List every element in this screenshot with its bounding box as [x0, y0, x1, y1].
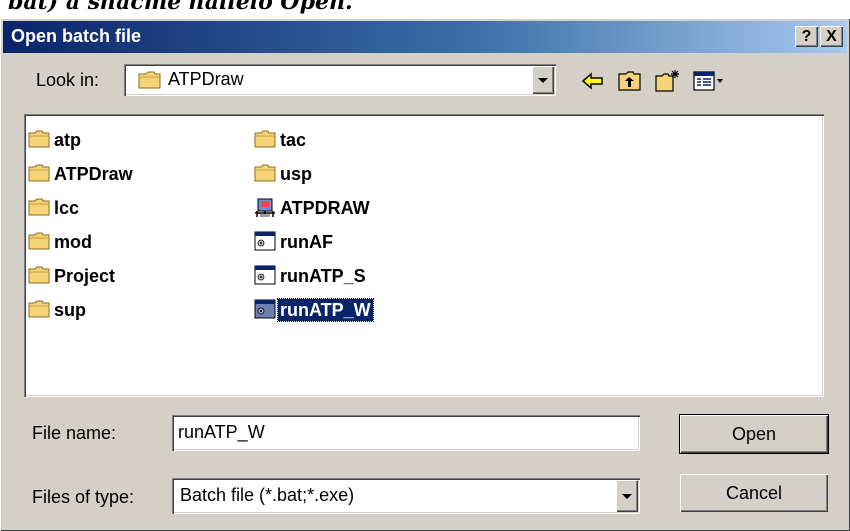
file-name-label: File name: — [32, 423, 117, 443]
look-in-label: Look in: — [36, 70, 100, 90]
file-name: Project — [54, 266, 116, 286]
atpdraw-app-icon — [255, 198, 275, 217]
look-in-value: ATPDraw — [168, 69, 244, 89]
up-one-level-icon[interactable] — [617, 68, 643, 94]
list-item-folder[interactable]: mod — [28, 230, 228, 254]
list-item-folder[interactable]: ATPDraw — [28, 162, 228, 186]
file-name: atp — [54, 130, 81, 150]
file-name: runATP_S — [280, 266, 366, 286]
files-of-type-combo[interactable]: Batch file (*.bat;*.exe) — [172, 478, 640, 514]
help-button[interactable]: ? — [795, 26, 818, 47]
list-item-folder[interactable]: atp — [28, 128, 228, 152]
file-name: usp — [280, 164, 313, 184]
folder-icon — [28, 130, 50, 148]
list-item-batch-file[interactable]: runAF — [254, 230, 474, 254]
folder-icon — [28, 300, 50, 318]
window-title: Open batch file — [11, 26, 142, 46]
files-of-type-value: Batch file (*.bat;*.exe) — [180, 485, 355, 505]
look-in-combo[interactable]: ATPDraw — [124, 64, 556, 96]
open-button[interactable]: Open — [679, 414, 829, 454]
file-name: lcc — [54, 198, 80, 218]
folder-icon — [254, 164, 276, 182]
list-item-batch-file-selected[interactable]: runATP_W — [254, 298, 474, 322]
files-of-type-dropdown-button[interactable] — [616, 480, 638, 512]
folder-icon — [254, 130, 276, 148]
list-item-batch-file[interactable]: runATP_S — [254, 264, 474, 288]
batch-file-icon — [254, 299, 276, 319]
folder-icon — [28, 232, 50, 250]
file-name: ATPDraw — [54, 164, 133, 184]
close-button[interactable]: X — [820, 26, 843, 47]
files-of-type-label: Files of type: — [32, 487, 135, 507]
list-item-folder[interactable]: Project — [28, 264, 228, 288]
view-menu-icon[interactable] — [692, 68, 726, 94]
cancel-button[interactable]: Cancel — [680, 474, 828, 512]
title-bar[interactable]: Open batch file ? X — [3, 21, 847, 53]
list-item-folder[interactable]: usp — [254, 162, 474, 186]
back-arrow-icon[interactable] — [580, 68, 606, 94]
list-item-folder[interactable]: sup — [28, 298, 228, 322]
open-batch-file-dialog: Open batch file ? X Look in: ATPDraw atp — [0, 18, 850, 531]
file-name: runAF — [280, 232, 333, 252]
file-name: tac — [280, 130, 307, 150]
list-item-application[interactable]: ATPDRAW — [254, 196, 474, 220]
batch-file-icon — [254, 265, 276, 285]
create-new-folder-icon[interactable] — [654, 68, 680, 94]
look-in-dropdown-button[interactable] — [532, 66, 554, 94]
file-name: sup — [54, 300, 87, 320]
batch-file-icon — [254, 231, 276, 251]
folder-icon — [28, 198, 50, 216]
file-name: runATP_W — [277, 298, 374, 322]
file-list[interactable]: atp ATPDraw lcc mod Project sup tac usp … — [24, 114, 824, 397]
folder-icon — [138, 71, 161, 89]
list-item-folder[interactable]: tac — [254, 128, 474, 152]
folder-icon — [28, 164, 50, 182]
file-name: mod — [54, 232, 92, 252]
list-item-folder[interactable]: lcc — [28, 196, 228, 220]
file-name-field[interactable] — [172, 415, 640, 451]
folder-icon — [28, 266, 50, 284]
document-caption: bat) a shacme hallelo Open. — [8, 0, 353, 15]
file-name: ATPDRAW — [280, 198, 370, 218]
file-name-input[interactable] — [178, 419, 628, 445]
document-strip: bat) a shacme hallelo Open. — [0, 0, 850, 18]
